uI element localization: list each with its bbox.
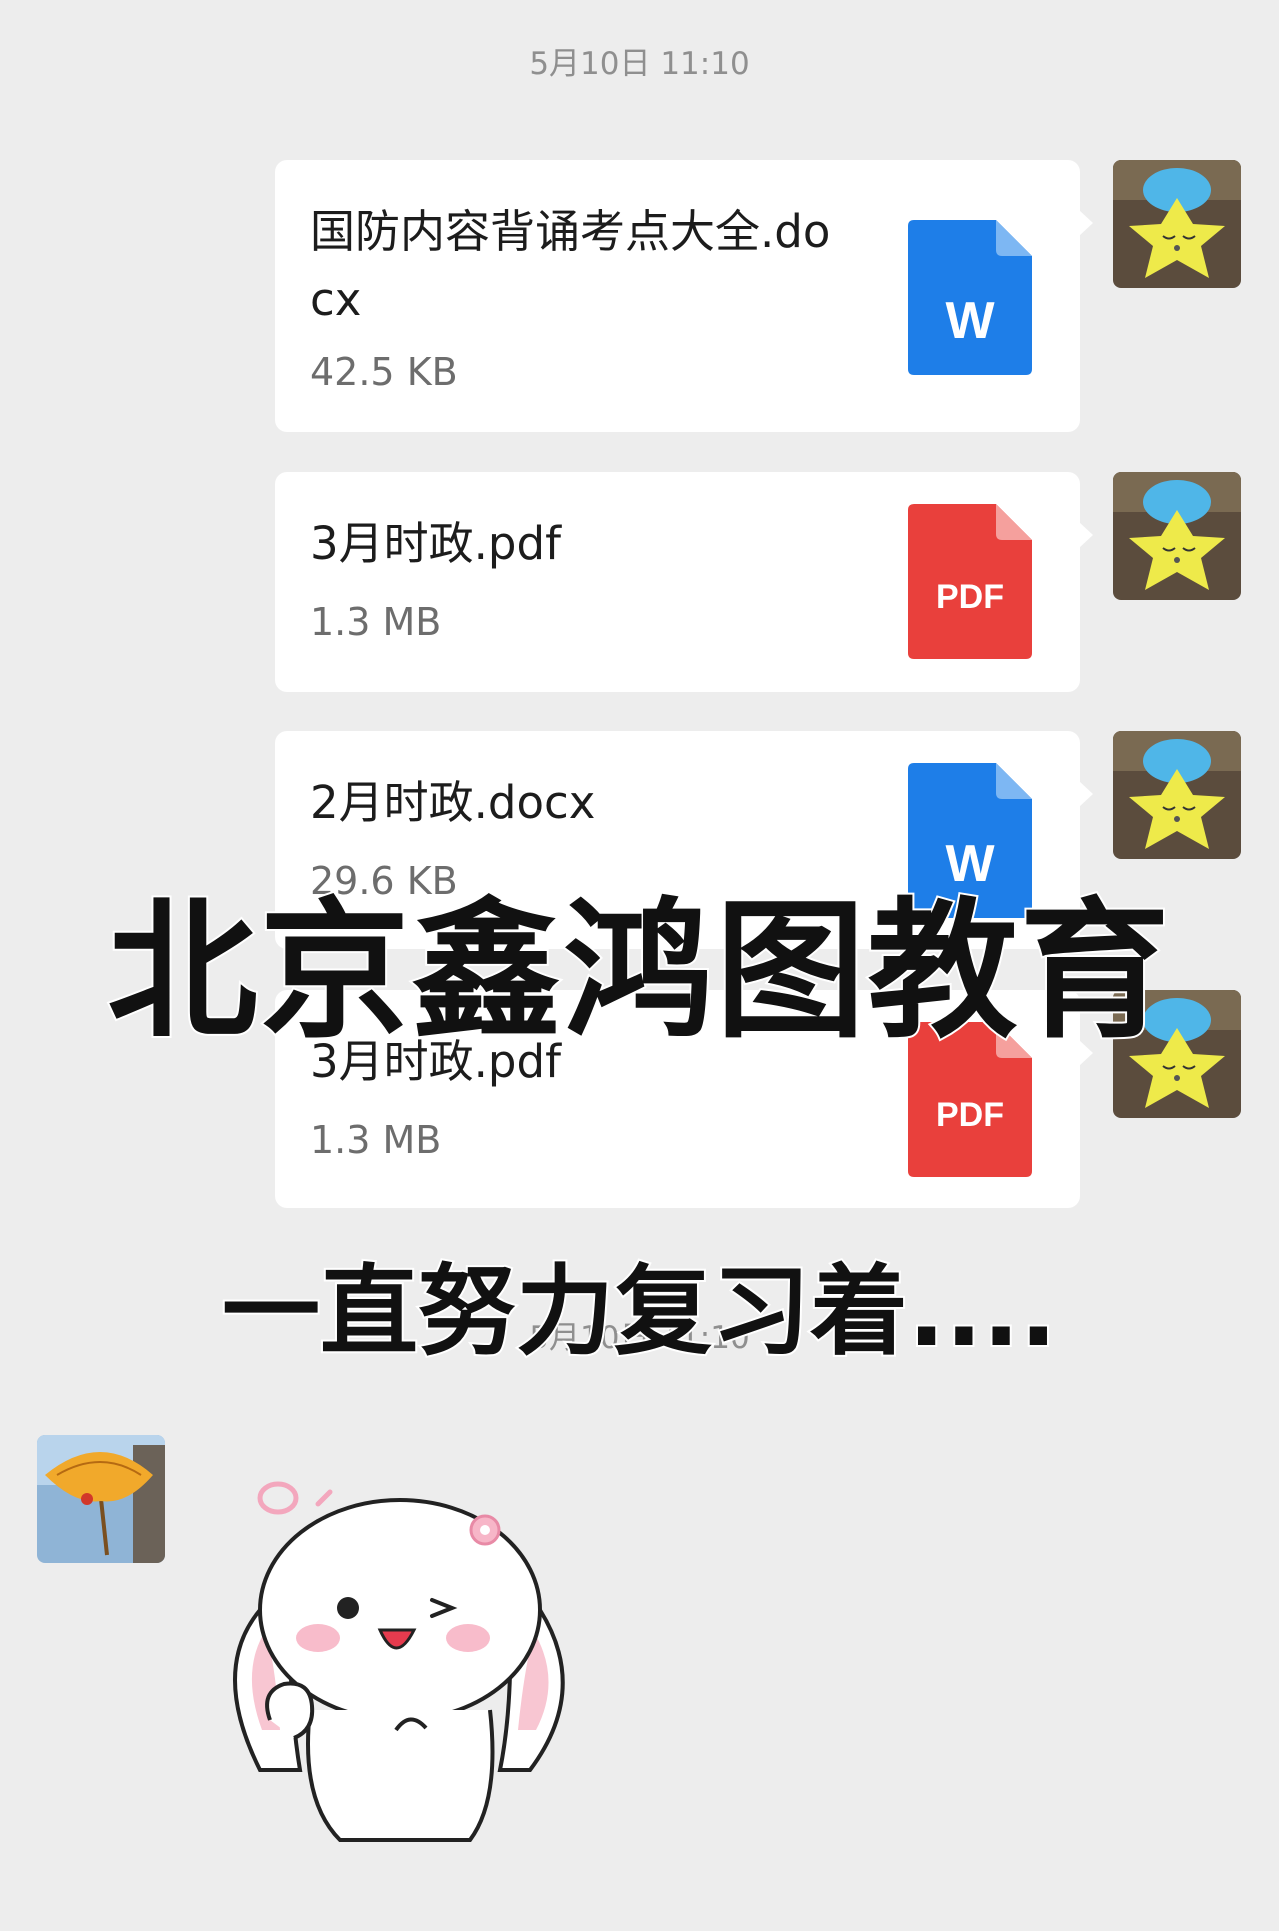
file-message[interactable]: 3月时政.pdf 1.3 MB PDF (275, 472, 1093, 692)
star-plush-avatar-icon (1113, 472, 1241, 600)
file-size: 42.5 KB (310, 350, 458, 394)
file-name: 国防内容背诵考点大全.docx (310, 205, 831, 326)
ginkgo-leaf-avatar-icon (37, 1435, 165, 1563)
star-plush-avatar-icon (1113, 160, 1241, 288)
watermark-title: 北京鑫鸿图教育 (105, 883, 1172, 1061)
file-size: 1.3 MB (310, 1118, 442, 1162)
pdf-file-icon: PDF (908, 504, 1032, 659)
star-plush-avatar-icon (1113, 731, 1241, 859)
word-file-icon: W (908, 220, 1032, 375)
file-icon-label: PDF (936, 578, 1004, 616)
file-name: 2月时政.docx (310, 776, 596, 829)
white-bunny-wink-sticker[interactable] (200, 1470, 620, 1850)
file-name: 3月时政.pdf (310, 517, 561, 570)
avatar[interactable] (1113, 472, 1241, 600)
chat-timestamp: 5月10日 11:10 (529, 46, 750, 82)
file-icon-label: W (945, 292, 995, 350)
watermark-subtitle: 一直努力复习着.... (220, 1253, 1059, 1371)
file-size: 1.3 MB (310, 600, 442, 644)
avatar[interactable] (37, 1435, 165, 1563)
file-icon-label: PDF (936, 1096, 1004, 1134)
file-message[interactable]: 国防内容背诵考点大全.docx 42.5 KB W (275, 160, 1093, 432)
avatar[interactable] (1113, 731, 1241, 859)
avatar[interactable] (1113, 160, 1241, 288)
